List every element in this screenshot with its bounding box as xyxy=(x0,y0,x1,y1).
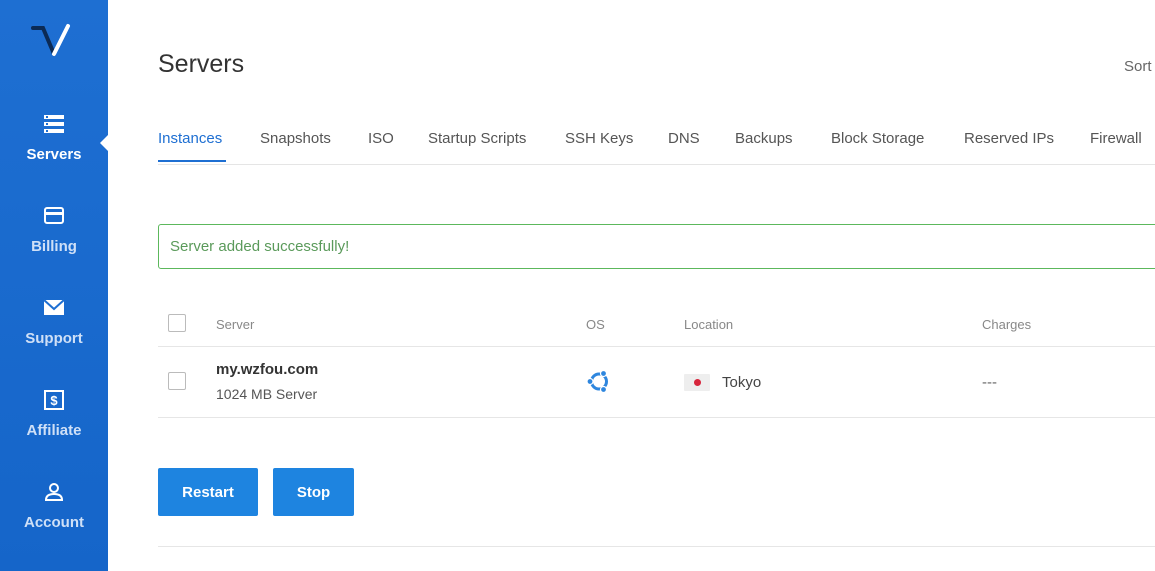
success-alert: Server added successfully! xyxy=(158,224,1155,269)
sidebar-item-affiliate[interactable]: $ Affiliate xyxy=(0,389,108,469)
sidebar-item-support[interactable]: Support xyxy=(0,297,108,377)
server-name-link[interactable]: my.wzfou.com xyxy=(216,361,318,378)
sort-button[interactable]: Sort xyxy=(1124,58,1152,75)
section-divider xyxy=(158,546,1155,547)
column-header-server[interactable]: Server xyxy=(216,317,254,332)
tab-dns[interactable]: DNS xyxy=(668,130,700,147)
tab-backups[interactable]: Backups xyxy=(735,130,793,147)
sidebar-item-servers[interactable]: Servers xyxy=(0,113,108,193)
sidebar-item-label: Affiliate xyxy=(26,422,82,439)
sidebar-item-account[interactable]: Account xyxy=(0,481,108,561)
ubuntu-icon xyxy=(586,369,608,394)
tab-firewall[interactable]: Firewall xyxy=(1090,130,1142,147)
sidebar-item-label: Support xyxy=(25,330,83,347)
active-indicator xyxy=(100,134,109,152)
tab-block-storage[interactable]: Block Storage xyxy=(831,130,924,147)
svg-text:$: $ xyxy=(50,393,58,408)
japan-flag-icon xyxy=(684,374,710,391)
tab-snapshots[interactable]: Snapshots xyxy=(260,130,331,147)
column-header-charges[interactable]: Charges xyxy=(982,317,1031,332)
tab-reserved-ips[interactable]: Reserved IPs xyxy=(964,130,1054,147)
row-checkbox[interactable] xyxy=(168,372,186,390)
sidebar-item-label: Billing xyxy=(31,238,77,255)
table-divider xyxy=(158,417,1155,418)
server-plan: 1024 MB Server xyxy=(216,386,318,402)
restart-button[interactable]: Restart xyxy=(158,468,258,516)
credit-card-icon xyxy=(44,207,64,224)
sidebar-item-label: Account xyxy=(24,514,84,531)
envelope-icon xyxy=(43,299,65,315)
charges-value: --- xyxy=(982,374,997,391)
tab-ssh-keys[interactable]: SSH Keys xyxy=(565,130,633,147)
active-tab-underline xyxy=(158,160,226,162)
page-title: Servers xyxy=(158,50,245,78)
dollar-bill-icon: $ xyxy=(44,390,64,410)
tab-iso[interactable]: ISO xyxy=(368,130,394,147)
column-header-location[interactable]: Location xyxy=(684,317,733,332)
server-list-icon xyxy=(44,115,64,133)
location-name: Tokyo xyxy=(722,374,762,391)
tab-startup-scripts[interactable]: Startup Scripts xyxy=(428,130,526,147)
user-icon xyxy=(44,483,64,501)
alert-message: Server added successfully! xyxy=(170,238,350,255)
select-all-checkbox[interactable] xyxy=(168,314,186,332)
tab-instances[interactable]: Instances xyxy=(158,130,222,147)
sidebar-item-label: Servers xyxy=(26,146,82,163)
vultr-logo[interactable] xyxy=(30,22,76,62)
sidebar-item-billing[interactable]: Billing xyxy=(0,205,108,285)
sidebar: Servers Billing Support $ Affiliate Acco… xyxy=(0,0,108,571)
stop-button[interactable]: Stop xyxy=(273,468,354,516)
column-header-os: OS xyxy=(586,317,605,332)
table-divider xyxy=(158,346,1155,347)
